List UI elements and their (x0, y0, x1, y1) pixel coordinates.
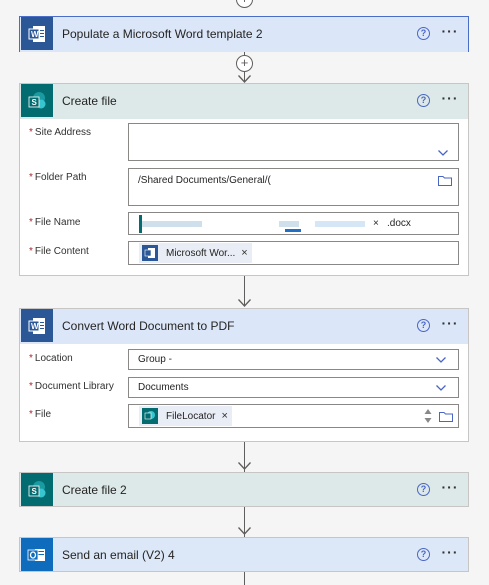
send-email-card[interactable]: Send an email (V2) 4 ? ··· (19, 537, 469, 572)
token-label: FileLocator (166, 410, 216, 422)
arrow-down-icon (238, 299, 251, 307)
help-icon[interactable]: ? (417, 548, 430, 561)
chevron-down-icon[interactable] (436, 355, 446, 365)
more-options-icon[interactable]: ··· (440, 545, 460, 561)
connector (244, 572, 245, 585)
redacted-token (279, 221, 299, 227)
card-title: Create file 2 (62, 483, 127, 497)
card-header[interactable]: S Create file 2 ? ··· (20, 473, 468, 506)
site-address-dropdown[interactable] (128, 123, 459, 161)
arrow-down-icon (238, 527, 251, 535)
word-icon: W (21, 17, 53, 50)
sharepoint-icon: S (21, 84, 53, 117)
word-icon (142, 245, 158, 261)
more-options-icon[interactable]: ··· (440, 24, 460, 40)
remove-token-icon[interactable]: × (221, 410, 227, 422)
arrow-down-icon (238, 75, 251, 83)
insert-step-top-button[interactable]: + (236, 0, 253, 8)
folder-icon[interactable] (439, 411, 453, 422)
file-extension: .docx (387, 218, 411, 229)
spinner-arrows-icon[interactable] (424, 408, 432, 424)
file-input[interactable]: FileLocator × (128, 404, 459, 428)
card-header[interactable]: Send an email (V2) 4 ? ··· (20, 538, 468, 571)
redacted-token (315, 221, 365, 227)
document-library-label: * Document Library (29, 381, 114, 392)
file-name-input[interactable]: × .docx (128, 212, 459, 235)
help-icon[interactable]: ? (417, 27, 430, 40)
file-content-label: * File Content (29, 246, 89, 257)
folder-path-input[interactable]: /Shared Documents/General/( (128, 168, 459, 206)
location-label: * Location (29, 353, 73, 364)
populate-word-template-card[interactable]: W Populate a Microsoft Word template 2 ?… (19, 16, 469, 52)
folder-path-value: /Shared Documents/General/( (138, 175, 271, 186)
card-header[interactable]: S Create file ? ··· (20, 84, 468, 119)
file-name-label: * File Name (29, 217, 81, 228)
outlook-icon (21, 538, 53, 571)
card-title: Create file (62, 94, 117, 108)
remove-token-icon[interactable]: × (241, 247, 247, 259)
sharepoint-icon (142, 408, 158, 424)
chevron-down-icon[interactable] (438, 148, 448, 158)
help-icon[interactable]: ? (417, 483, 430, 496)
more-options-icon[interactable]: ··· (440, 91, 460, 107)
more-options-icon[interactable]: ··· (440, 480, 460, 496)
insert-step-button[interactable]: + (236, 55, 253, 72)
arrow-down-icon (238, 462, 251, 470)
card-header[interactable]: W Populate a Microsoft Word template 2 ?… (20, 17, 468, 52)
card-header[interactable]: W Convert Word Document to PDF ? ··· (20, 309, 468, 344)
redacted-token (285, 229, 301, 232)
document-library-value: Documents (138, 382, 189, 393)
svg-text:W: W (31, 30, 39, 39)
dynamic-content-token[interactable]: FileLocator × (139, 406, 232, 426)
folder-icon[interactable] (438, 175, 452, 186)
token-label: Microsoft Wor... (166, 247, 236, 259)
sharepoint-icon: S (21, 473, 53, 506)
svg-text:S: S (32, 487, 38, 496)
create-file-2-card[interactable]: S Create file 2 ? ··· (19, 472, 469, 507)
chevron-down-icon[interactable] (436, 383, 446, 393)
location-value: Group - (138, 354, 172, 365)
help-icon[interactable]: ? (417, 319, 430, 332)
word-icon: W (21, 309, 53, 342)
file-content-input[interactable]: Microsoft Wor... × (128, 241, 459, 265)
svg-text:S: S (32, 98, 38, 107)
convert-word-to-pdf-card[interactable]: W Convert Word Document to PDF ? ··· * Lo… (19, 308, 469, 442)
card-title: Populate a Microsoft Word template 2 (62, 27, 263, 41)
document-library-dropdown[interactable]: Documents (128, 377, 459, 398)
more-options-icon[interactable]: ··· (440, 316, 460, 332)
svg-text:W: W (31, 322, 39, 331)
location-dropdown[interactable]: Group - (128, 349, 459, 370)
card-title: Convert Word Document to PDF (62, 319, 235, 333)
site-address-label: * Site Address (29, 127, 92, 138)
remove-token-icon[interactable]: × (373, 218, 379, 229)
help-icon[interactable]: ? (417, 94, 430, 107)
create-file-card[interactable]: S Create file ? ··· * Site Address * Folde… (19, 83, 469, 276)
redacted-token (142, 221, 202, 227)
folder-path-label: * Folder Path (29, 172, 87, 183)
card-title: Send an email (V2) 4 (62, 548, 175, 562)
file-label: * File (29, 409, 52, 420)
dynamic-content-token[interactable]: Microsoft Wor... × (139, 243, 252, 263)
